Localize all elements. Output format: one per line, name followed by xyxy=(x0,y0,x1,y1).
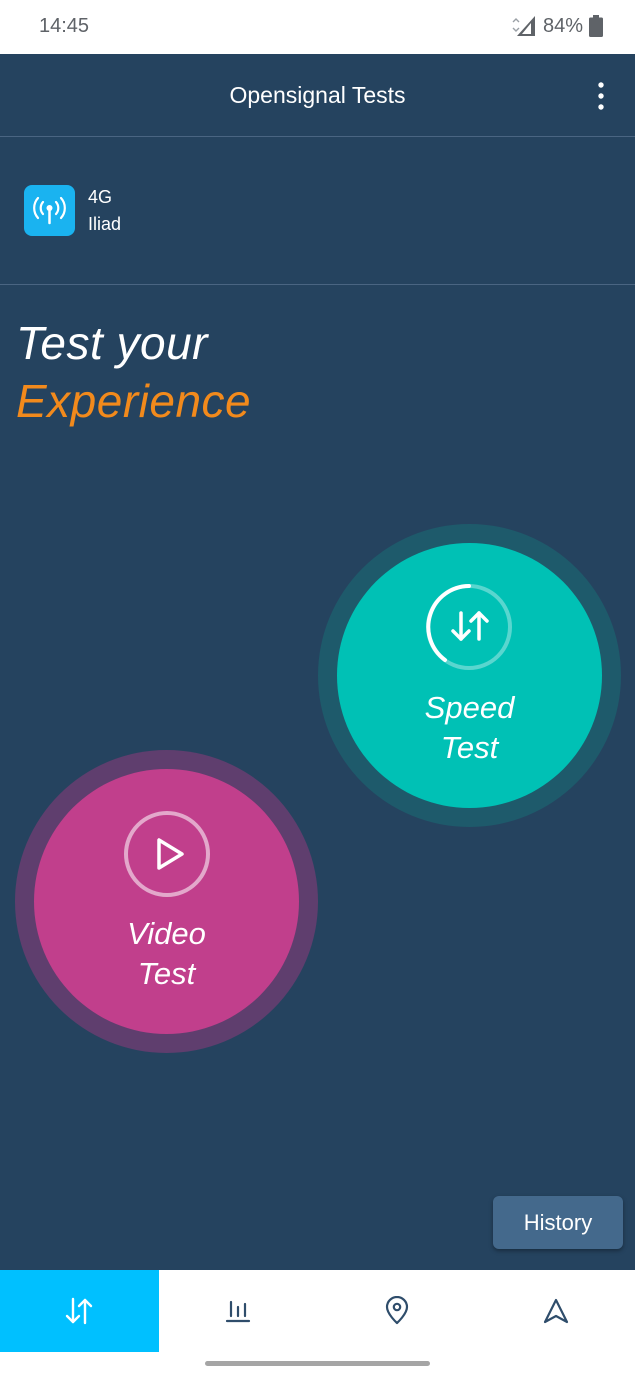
battery-icon xyxy=(589,15,603,37)
map-pin-icon xyxy=(385,1296,408,1325)
status-battery-percent: 84% xyxy=(542,14,583,37)
speed-test-label-line2: Test xyxy=(440,730,499,765)
network-type: 4G xyxy=(88,187,113,207)
app-bar: Opensignal Tests xyxy=(0,54,635,137)
cellular-signal-icon xyxy=(509,14,537,38)
hero-title: Test your xyxy=(16,317,209,369)
hero-title-highlight: Experience xyxy=(16,375,252,427)
video-test-label-line1: Video xyxy=(127,916,206,951)
stats-chart-icon xyxy=(226,1300,251,1323)
signal-tower-icon xyxy=(24,185,75,236)
status-indicators: 84% xyxy=(509,14,603,38)
nav-tab-tests[interactable] xyxy=(0,1270,159,1352)
video-test-label-line2: Test xyxy=(137,956,196,991)
speed-test-button[interactable]: Speed Test xyxy=(337,543,602,808)
video-test-label: Video Test xyxy=(34,914,299,994)
gesture-area xyxy=(0,1352,635,1376)
speed-arrows-icon xyxy=(426,584,512,670)
speed-test-label-line1: Speed xyxy=(424,690,515,725)
gesture-handle[interactable] xyxy=(205,1361,430,1366)
nav-tab-navigation[interactable] xyxy=(476,1270,635,1352)
nav-tab-stats[interactable] xyxy=(159,1270,318,1352)
tests-arrows-icon xyxy=(66,1297,93,1325)
network-info: 4G Iliad xyxy=(0,137,635,285)
play-icon xyxy=(124,811,210,897)
bottom-nav xyxy=(0,1270,635,1352)
status-time: 14:45 xyxy=(39,15,90,37)
speed-test-label: Speed Test xyxy=(337,688,602,768)
navigation-icon xyxy=(543,1298,568,1324)
app-title: Opensignal Tests xyxy=(229,82,406,108)
more-vert-icon[interactable] xyxy=(587,80,615,112)
nav-tab-map[interactable] xyxy=(318,1270,477,1352)
video-test-button[interactable]: Video Test xyxy=(34,769,299,1034)
app-screen: Opensignal Tests 4G Iliad Test your Expe… xyxy=(0,54,635,1270)
history-button[interactable]: History xyxy=(493,1196,623,1249)
network-carrier: Iliad xyxy=(88,214,122,234)
status-bar: 14:45 84% xyxy=(0,0,635,54)
